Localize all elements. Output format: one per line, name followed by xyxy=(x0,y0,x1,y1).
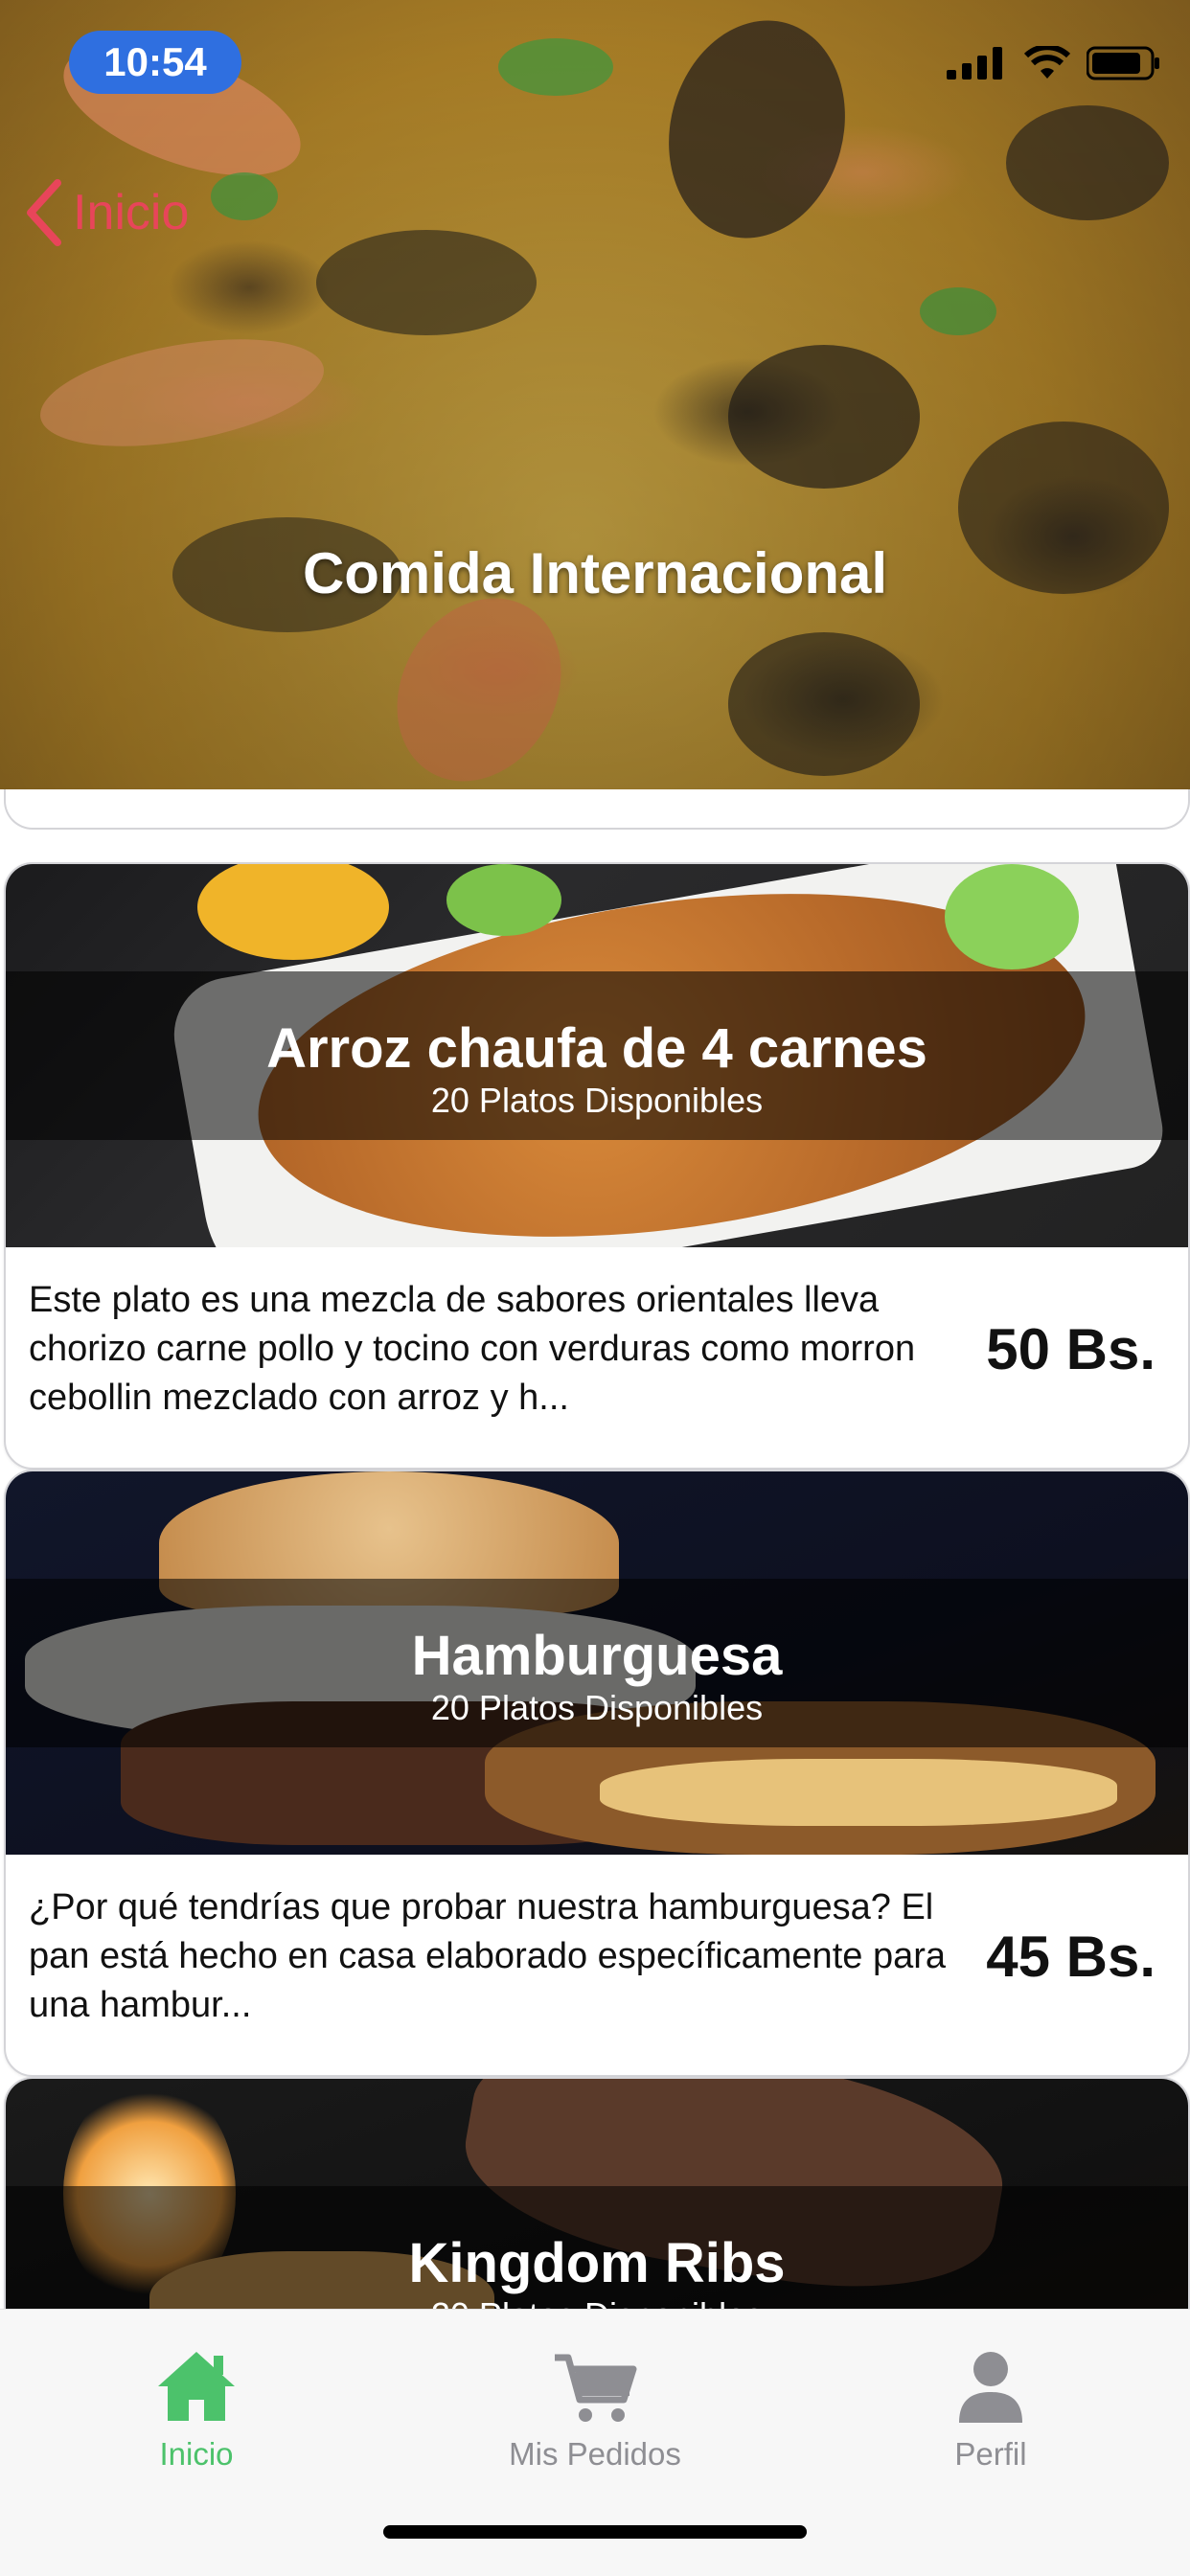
home-indicator xyxy=(383,2525,807,2539)
dish-price: 45 Bs. xyxy=(986,1925,1156,1989)
tab-mis-pedidos[interactable]: Mis Pedidos xyxy=(451,2338,739,2492)
dish-availability: 20 Platos Disponibles xyxy=(430,1688,764,1727)
dish-card[interactable]: Arroz chaufa de 4 carnes 20 Platos Dispo… xyxy=(4,862,1190,1470)
dish-list[interactable]: Arroz chaufa de 4 carnes 20 Platos Dispo… xyxy=(0,789,1190,2309)
dish-description: Este plato es una mezcla de sabores orie… xyxy=(29,1280,916,1418)
signal-icon xyxy=(947,47,1002,80)
dish-card[interactable]: Kingdom Ribs 20 Platos Disponibles xyxy=(4,2077,1190,2309)
home-icon xyxy=(158,2352,235,2421)
back-label: Inicio xyxy=(73,185,190,240)
tab-inicio[interactable]: Inicio xyxy=(53,2338,340,2492)
dish-description: ¿Por qué tendrías que probar nuestra ham… xyxy=(29,1887,946,2025)
tab-label: Mis Pedidos xyxy=(509,2436,681,2472)
dish-name: Hamburguesa xyxy=(411,1625,783,1687)
back-button[interactable]: Inicio xyxy=(25,174,189,251)
dish-card-partial xyxy=(4,789,1190,830)
dish-availability: 20 Platos Disponibles xyxy=(430,1081,764,1120)
status-time: 10:54 xyxy=(69,31,241,94)
dish-availability: 20 Platos Disponibles xyxy=(6,2295,1188,2309)
cart-icon xyxy=(555,2354,637,2422)
dish-image: Arroz chaufa de 4 carnes 20 Platos Dispo… xyxy=(6,864,1188,1247)
header-hero-image: 10:54 Inicio Comida Internacional xyxy=(0,0,1190,789)
dish-image: Kingdom Ribs 20 Platos Disponibles xyxy=(6,2079,1188,2309)
page-title: Comida Internacional xyxy=(302,541,888,605)
dish-image: Hamburguesa 20 Platos Disponibles xyxy=(6,1471,1188,1855)
dish-name: Kingdom Ribs xyxy=(408,2232,786,2294)
wifi-icon xyxy=(1023,46,1071,79)
status-icons xyxy=(947,44,1161,82)
tab-label: Inicio xyxy=(159,2436,234,2472)
battery-icon xyxy=(1087,46,1159,80)
chevron-left-icon xyxy=(27,179,61,246)
dish-card[interactable]: Hamburguesa 20 Platos Disponibles ¿Por q… xyxy=(4,1470,1190,2077)
tab-label: Perfil xyxy=(954,2436,1027,2472)
dish-price: 50 Bs. xyxy=(986,1317,1156,1381)
dish-name: Arroz chaufa de 4 carnes xyxy=(266,1017,927,1080)
person-icon xyxy=(959,2352,1022,2423)
tab-perfil[interactable]: Perfil xyxy=(847,2338,1134,2492)
